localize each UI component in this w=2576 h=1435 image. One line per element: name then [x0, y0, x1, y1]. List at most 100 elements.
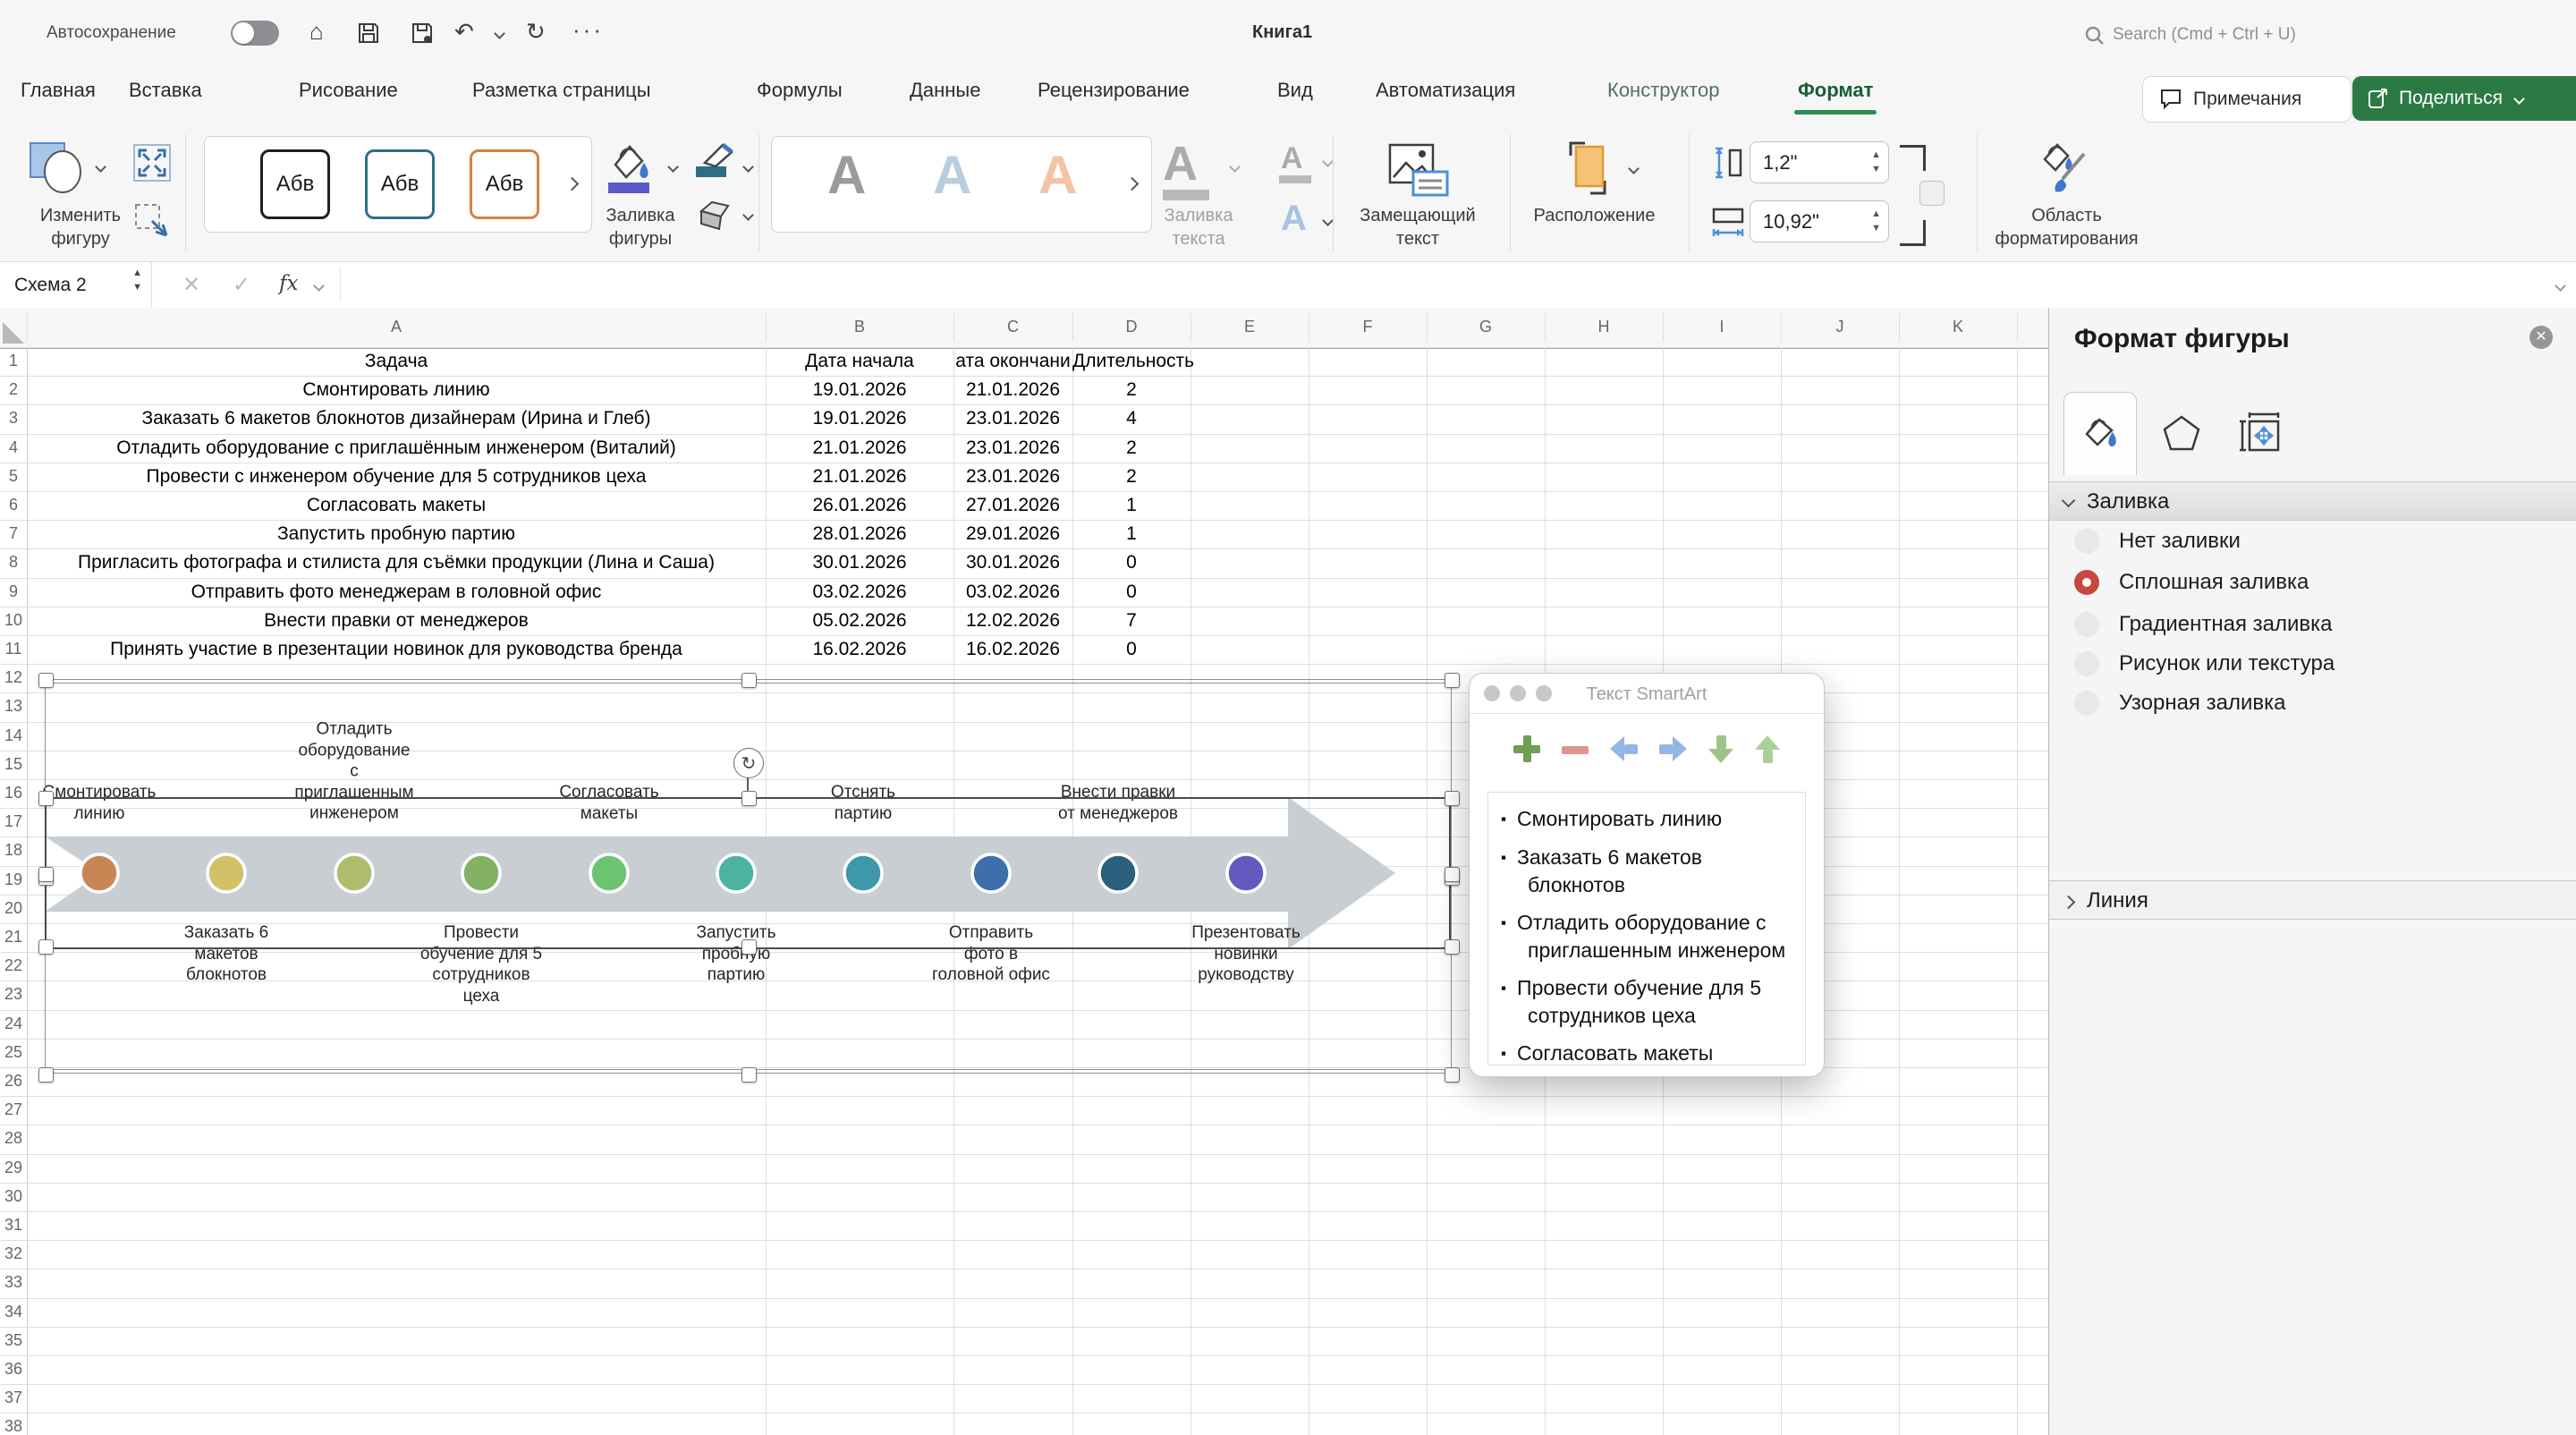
cell-end-date[interactable]: 23.01.2026	[953, 463, 1072, 490]
row-header-9[interactable]: 9	[0, 582, 27, 601]
cell-duration[interactable]: 1	[1072, 492, 1191, 519]
resize-larger-icon[interactable]	[132, 143, 172, 183]
row-header-31[interactable]: 31	[0, 1216, 27, 1235]
radio-unselected-icon[interactable]	[2074, 691, 2099, 716]
row-header-34[interactable]: 34	[0, 1303, 27, 1321]
cell-task[interactable]: Заказать 6 макетов блокнотов дизайнерам …	[27, 405, 766, 432]
shape-fill-icon[interactable]	[603, 140, 655, 195]
tab-Рецензирование[interactable]: Рецензирование	[1038, 79, 1190, 102]
row-header-11[interactable]: 11	[0, 640, 27, 658]
cell-task-header[interactable]: Задача	[27, 348, 766, 375]
shape-outline-icon[interactable]	[692, 140, 739, 186]
arrange-chevron-icon[interactable]	[1628, 163, 1640, 174]
radio-unselected-icon[interactable]	[2074, 529, 2099, 554]
format-pane-icon[interactable]	[2038, 138, 2095, 197]
fill-option-5[interactable]: Узорная заливка	[2074, 690, 2285, 717]
cell-start-date[interactable]: 28.01.2026	[766, 521, 953, 548]
cell-start-date[interactable]: 21.01.2026	[766, 435, 953, 462]
fill-option-2[interactable]: Сплошная заливка	[2074, 569, 2309, 596]
wordart-option[interactable]: A	[827, 144, 866, 206]
demote-right-icon[interactable]	[1659, 736, 1687, 761]
shape-fill-chevron-icon[interactable]	[667, 161, 679, 173]
column-header-A[interactable]: A	[27, 308, 766, 345]
row-header-37[interactable]: 37	[0, 1388, 27, 1407]
wordart-option[interactable]: A	[1038, 144, 1077, 206]
column-header-H[interactable]: H	[1545, 308, 1663, 345]
cell-end-date[interactable]: 21.01.2026	[953, 377, 1072, 403]
column-header-K[interactable]: K	[1899, 308, 2017, 345]
row-header-5[interactable]: 5	[0, 467, 27, 486]
canvas-handle[interactable]	[38, 1067, 54, 1083]
line-section-header[interactable]: Линия	[2049, 880, 2576, 920]
text-pane-item[interactable]: Отладить оборудование с приглашенным инж…	[1501, 909, 1796, 964]
text-pane-item[interactable]: Провести обучение для 5 сотрудников цеха	[1501, 974, 1796, 1029]
cell-task[interactable]: Согласовать макеты	[27, 492, 766, 519]
cell-start-date[interactable]: 26.01.2026	[766, 492, 953, 519]
style-option[interactable]: Абв	[470, 149, 539, 219]
column-header-G[interactable]: G	[1427, 308, 1545, 345]
fill-option-3[interactable]: Градиентная заливка	[2074, 611, 2333, 638]
tab-Главная[interactable]: Главная	[21, 79, 96, 102]
column-header-E[interactable]: E	[1191, 308, 1309, 345]
row-header-29[interactable]: 29	[0, 1159, 27, 1177]
name-box-spinner[interactable]: ▲▼	[132, 266, 142, 294]
canvas-handle[interactable]	[1445, 673, 1460, 688]
change-shape-chevron-icon[interactable]	[95, 161, 106, 173]
insert-function-icon[interactable]: fx	[279, 272, 298, 295]
comments-button[interactable]: Примечания	[2142, 76, 2351, 123]
shape-fill-label[interactable]: Заливка фигуры	[578, 204, 703, 250]
fill-section-header[interactable]: Заливка	[2049, 481, 2576, 521]
cell-duration[interactable]: 0	[1072, 549, 1191, 576]
cell-task[interactable]: Отправить фото менеджерам в головной офи…	[27, 579, 766, 606]
row-header-35[interactable]: 35	[0, 1331, 27, 1350]
column-header-C[interactable]: C	[953, 308, 1072, 345]
cell-end-date[interactable]: 12.02.2026	[953, 607, 1072, 634]
style-option[interactable]: Абв	[260, 149, 330, 219]
save-as-icon[interactable]	[410, 21, 435, 46]
row-header-28[interactable]: 28	[0, 1129, 27, 1148]
row-header-22[interactable]: 22	[0, 956, 27, 975]
cell-start-date[interactable]: 30.01.2026	[766, 549, 953, 576]
select-all-icon[interactable]	[3, 322, 24, 344]
tab-Формат[interactable]: Формат	[1798, 79, 1873, 102]
shape-handle[interactable]	[38, 791, 54, 806]
row-header-2[interactable]: 2	[0, 380, 27, 399]
row-header-3[interactable]: 3	[0, 409, 27, 428]
cell-end-date[interactable]: 27.01.2026	[953, 492, 1072, 519]
alt-text-icon[interactable]	[1386, 141, 1451, 200]
text-pane-item[interactable]: Согласовать макеты	[1501, 1040, 1796, 1066]
shape-height-field[interactable]: 1,2"▲▼	[1750, 141, 1889, 183]
canvas-handle[interactable]	[38, 673, 54, 688]
tab-Разметка страницы[interactable]: Разметка страницы	[472, 79, 651, 102]
cell-end-date[interactable]: 23.01.2026	[953, 435, 1072, 462]
cell-task[interactable]: Запустить пробную партию	[27, 521, 766, 548]
cell-duration[interactable]: 7	[1072, 607, 1191, 634]
row-header-30[interactable]: 30	[0, 1187, 27, 1206]
cell-end-header[interactable]: ата окончани	[953, 348, 1072, 375]
cell-duration[interactable]: 2	[1072, 377, 1191, 403]
row-header-27[interactable]: 27	[0, 1100, 27, 1119]
formula-input[interactable]	[340, 267, 2559, 301]
save-icon[interactable]	[356, 21, 381, 46]
autosave-toggle[interactable]	[231, 21, 279, 46]
cell-duration[interactable]: 0	[1072, 636, 1191, 663]
cell-task[interactable]: Пригласить фотографа и стилиста для съём…	[27, 549, 766, 576]
column-header-row[interactable]: ABCDEFGHIJK	[0, 308, 2048, 349]
row-header-36[interactable]: 36	[0, 1360, 27, 1379]
tab-Автоматизация[interactable]: Автоматизация	[1376, 79, 1515, 102]
cell-start-date[interactable]: 05.02.2026	[766, 607, 953, 634]
cell-duration[interactable]: 2	[1072, 463, 1191, 490]
row-header-13[interactable]: 13	[0, 697, 27, 716]
move-up-icon[interactable]	[1755, 735, 1780, 763]
panel-close-icon[interactable]: ✕	[2529, 326, 2553, 349]
cell-start-date[interactable]: 19.01.2026	[766, 377, 953, 403]
cell-start-date[interactable]: 21.01.2026	[766, 463, 953, 490]
cell-duration[interactable]: 2	[1072, 435, 1191, 462]
shape-handle[interactable]	[1445, 791, 1460, 806]
radio-selected-icon[interactable]	[2074, 570, 2099, 595]
row-header-21[interactable]: 21	[0, 928, 27, 947]
row-header-1[interactable]: 1	[0, 352, 27, 370]
change-shape-icon[interactable]	[29, 141, 86, 193]
shape-handle[interactable]	[1445, 867, 1460, 882]
row-header-23[interactable]: 23	[0, 985, 27, 1004]
